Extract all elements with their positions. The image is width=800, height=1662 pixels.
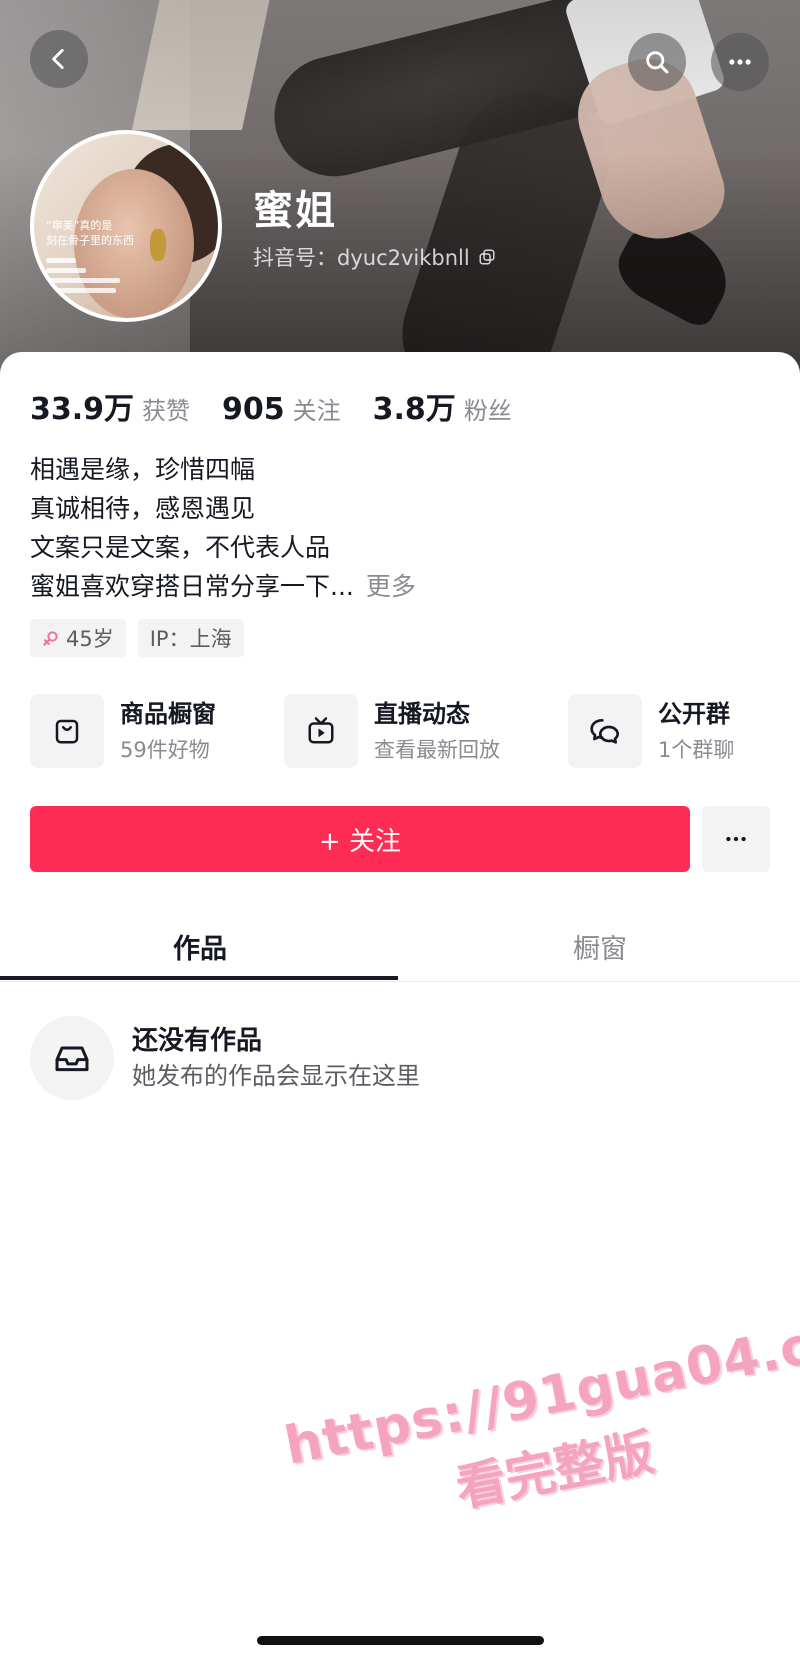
feature-subtitle: 1个群聊: [658, 738, 735, 762]
feature-text: 直播动态 查看最新回放: [374, 698, 500, 766]
inbox-tray-icon: [55, 1046, 89, 1072]
bio-more-link[interactable]: 更多: [366, 572, 416, 601]
stat-value: 905: [222, 392, 285, 427]
age-tag: 45岁: [30, 619, 126, 657]
feature-shop-window[interactable]: 商品橱窗 59件好物: [30, 694, 216, 768]
stat-followers[interactable]: 3.8万 粉丝: [373, 384, 512, 428]
feature-icon-box: [284, 694, 358, 768]
chevron-left-icon: [52, 48, 64, 70]
avatar-text-line: [46, 268, 86, 273]
feature-icon-box: [568, 694, 642, 768]
search-icon: [646, 51, 669, 74]
ip-tag: IP：上海: [137, 619, 244, 657]
shopping-bag-icon: [55, 719, 79, 744]
avatar-caption: “审美”真的是 刻在骨子里的东西: [46, 218, 134, 248]
profile-tags: 45岁 IP：上海: [30, 619, 244, 657]
feature-entries: 商品橱窗 59件好物 直播动态 查看最新回放 公开群 1个群聊: [30, 694, 770, 770]
stat-following[interactable]: 905 关注: [222, 391, 341, 427]
avatar[interactable]: “审美”真的是 刻在骨子里的东西: [30, 130, 222, 322]
stat-likes[interactable]: 33.9万 获赞: [30, 384, 190, 428]
stat-value: 33.9万: [30, 392, 135, 427]
feature-text: 公开群 1个群聊: [658, 698, 734, 766]
avatar-text-line: [46, 288, 116, 293]
empty-state-icon-box: [30, 1016, 114, 1100]
douyin-id[interactable]: 抖音号：dyuc2vikbnll: [253, 242, 496, 272]
stats-row: 33.9万 获赞 905 关注 3.8万 粉丝: [30, 384, 544, 428]
feature-live-updates[interactable]: 直播动态 查看最新回放: [284, 694, 500, 768]
stat-label: 获赞: [142, 397, 191, 425]
feature-subtitle: 查看最新回放: [374, 738, 500, 762]
tv-icon: [308, 717, 334, 744]
bio-line: 相遇是缘，珍惜四幅: [30, 455, 256, 484]
bio-line: 真诚相待，感恩遇见: [30, 494, 256, 523]
more-options-button[interactable]: [711, 33, 769, 91]
back-button[interactable]: [30, 30, 88, 88]
female-icon: [43, 631, 58, 646]
stat-label: 关注: [292, 397, 341, 425]
stat-label: 粉丝: [463, 397, 512, 425]
profile-bio: 相遇是缘，珍惜四幅 真诚相待，感恩遇见 文案只是文案，不代表人品 蜜姐喜欢穿搭日…: [30, 450, 770, 606]
feature-icon-box: [30, 694, 104, 768]
more-horizontal-icon: [729, 59, 751, 65]
bio-line: 蜜姐喜欢穿搭日常分享一下... 更多: [30, 567, 770, 606]
tab-works[interactable]: 作品: [0, 910, 400, 982]
avatar-text-line: [46, 278, 120, 283]
feature-subtitle: 59件好物: [120, 738, 210, 762]
empty-state: 还没有作品 她发布的作品会显示在这里: [30, 1016, 420, 1100]
ip-tag-text: IP：上海: [149, 627, 232, 651]
empty-state-text: 还没有作品 她发布的作品会显示在这里: [132, 1023, 420, 1093]
tab-showcase[interactable]: 橱窗: [400, 910, 800, 982]
follow-button-label: + 关注: [318, 826, 402, 857]
douyin-id-text: 抖音号：dyuc2vikbnll: [253, 246, 470, 270]
empty-state-subtitle: 她发布的作品会显示在这里: [132, 1062, 420, 1090]
empty-state-title: 还没有作品: [132, 1026, 263, 1056]
search-button[interactable]: [628, 33, 686, 91]
content-tabs: 作品 橱窗: [0, 910, 800, 982]
stat-value: 3.8万: [372, 392, 456, 427]
bio-line-text: 蜜姐喜欢穿搭日常分享一下...: [30, 572, 354, 601]
age-tag-text: 45岁: [66, 627, 114, 651]
chat-bubbles-icon: [590, 719, 619, 744]
follow-more-button[interactable]: [702, 806, 770, 872]
follow-button[interactable]: + 关注: [30, 806, 690, 872]
avatar-caption-line: 刻在骨子里的东西: [46, 234, 134, 247]
active-tab-indicator: [0, 976, 398, 980]
more-horizontal-icon: [726, 836, 746, 842]
feature-public-group[interactable]: 公开群 1个群聊: [568, 694, 734, 768]
feature-title: 商品橱窗: [120, 700, 216, 728]
feature-text: 商品橱窗 59件好物: [120, 698, 216, 766]
bio-line: 文案只是文案，不代表人品: [30, 533, 331, 562]
copy-icon[interactable]: [478, 248, 496, 266]
avatar-text-line: [46, 258, 76, 263]
feature-title: 直播动态: [374, 700, 470, 728]
avatar-caption-line: “审美”真的是: [46, 219, 113, 232]
feature-title: 公开群: [658, 700, 730, 728]
avatar-earring: [150, 229, 166, 261]
home-indicator[interactable]: [257, 1636, 544, 1645]
profile-nickname: 蜜姐: [253, 188, 337, 234]
